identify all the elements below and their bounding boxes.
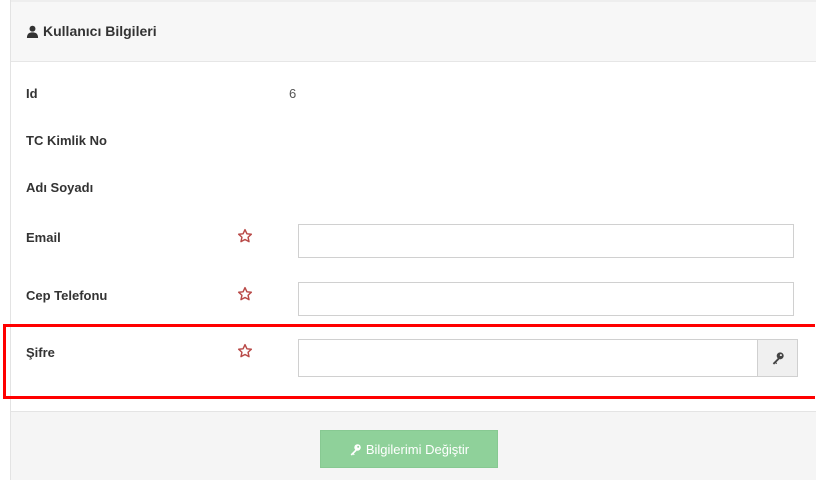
panel-footer: Bilgilerimi Değiştir	[11, 411, 816, 480]
id-label: Id	[26, 86, 38, 101]
email-field[interactable]	[298, 224, 794, 258]
user-info-panel: Kullanıcı Bilgileri Id 6 TC Kimlik No Ad…	[10, 0, 816, 480]
field-row-name: Adı Soyadı	[11, 180, 816, 220]
tc-label: TC Kimlik No	[26, 133, 107, 148]
panel-title: Kullanıcı Bilgileri	[26, 23, 157, 39]
phone-field[interactable]	[298, 282, 794, 316]
panel-title-text: Kullanıcı Bilgileri	[43, 23, 157, 39]
phone-label: Cep Telefonu	[26, 288, 108, 303]
star-icon	[237, 228, 253, 243]
panel-header: Kullanıcı Bilgileri	[11, 2, 816, 62]
update-info-button[interactable]: Bilgilerimi Değiştir	[320, 430, 498, 468]
field-row-tc: TC Kimlik No	[11, 133, 816, 173]
star-icon	[237, 286, 253, 301]
field-row-email: Email	[11, 224, 816, 270]
user-icon	[26, 25, 39, 38]
password-highlight-box	[3, 324, 815, 399]
update-info-button-label: Bilgilerimi Değiştir	[365, 441, 470, 457]
key-icon	[350, 443, 361, 456]
field-row-id: Id 6	[11, 86, 816, 126]
email-label: Email	[26, 230, 61, 245]
id-value: 6	[289, 86, 297, 101]
name-label: Adı Soyadı	[26, 180, 94, 195]
field-row-phone: Cep Telefonu	[11, 282, 816, 328]
